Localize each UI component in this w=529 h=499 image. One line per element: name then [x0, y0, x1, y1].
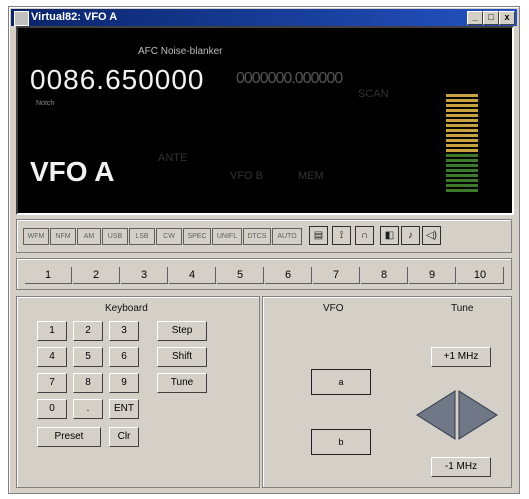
meter-segment	[446, 164, 478, 167]
clear-button[interactable]: Clr	[109, 427, 139, 447]
vfo-title: VFO	[323, 303, 344, 314]
memory-channel-2[interactable]: 2	[73, 267, 120, 284]
tape-icon[interactable]: ▤	[309, 226, 328, 245]
display-dim-label: ANTE	[158, 152, 188, 164]
tune-down-button[interactable]: -1 MHz	[431, 457, 491, 477]
radio-display: AFC Noise-blanker 0086.650000 Notch 0000…	[16, 26, 514, 215]
signal-meter	[446, 90, 478, 192]
mode-button-lsb[interactable]: LSB	[129, 228, 155, 245]
meter-segment	[446, 134, 478, 137]
tune-title: Tune	[451, 303, 474, 314]
meter-segment	[446, 144, 478, 147]
speaker-loud-icon[interactable]: ◁)	[422, 226, 441, 245]
mode-button-nfm[interactable]: NFM	[50, 228, 76, 245]
meter-segment	[446, 119, 478, 122]
key-5[interactable]: 5	[73, 347, 103, 367]
mode-button-auto[interactable]: AUTO	[272, 228, 302, 245]
memory-channel-4[interactable]: 4	[169, 267, 216, 284]
antenna-icon[interactable]: ⟟	[332, 226, 351, 245]
key-0[interactable]: 0	[37, 399, 67, 419]
meter-segment	[446, 139, 478, 142]
tune-right-arrow-icon[interactable]	[458, 390, 498, 440]
memory-channel-9[interactable]: 9	[409, 267, 456, 284]
maximize-button[interactable]: □	[483, 11, 499, 25]
memory-channel-5[interactable]: 5	[217, 267, 264, 284]
display-dim-label: MEM	[298, 170, 324, 182]
mode-button-spec[interactable]: SPEC	[183, 228, 211, 245]
key-6[interactable]: 6	[109, 347, 139, 367]
vfo-a-button[interactable]: a	[311, 369, 371, 395]
meter-segment	[446, 179, 478, 182]
mode-button-wfm[interactable]: WFM	[23, 228, 49, 245]
vfo-b-button[interactable]: b	[311, 429, 371, 455]
tune-up-button[interactable]: +1 MHz	[431, 347, 491, 367]
preset-button[interactable]: Preset	[37, 427, 101, 447]
meter-segment	[446, 114, 478, 117]
keyboard-title: Keyboard	[105, 303, 148, 314]
display-flags: AFC Noise-blanker	[138, 46, 223, 57]
keyboard-panel: Keyboard 1 2 3 4 5 6 7 8 9 0 . ENT Step …	[16, 296, 260, 488]
meter-segment	[446, 94, 478, 97]
display-sub-label: Notch	[36, 100, 55, 107]
display-dim-label: SCAN	[358, 88, 389, 100]
memory-bar: 1 2 3 4 5 6 7 8 9 10	[16, 258, 512, 290]
meter-segment	[446, 149, 478, 152]
mode-button-unifl[interactable]: UNIFL	[212, 228, 242, 245]
meter-segment	[446, 129, 478, 132]
vfo-label: VFO A	[30, 156, 115, 187]
secondary-frequency: 0000000.000000	[236, 70, 343, 87]
key-enter[interactable]: ENT	[109, 399, 139, 419]
frequency-readout: 0086.650000	[30, 64, 205, 95]
tune-arrows	[416, 390, 498, 440]
memory-channel-1[interactable]: 1	[25, 267, 72, 284]
meter-segment	[446, 104, 478, 107]
mode-button-cw[interactable]: CW	[156, 228, 182, 245]
meter-segment	[446, 174, 478, 177]
meter-segment	[446, 189, 478, 192]
memory-channel-10[interactable]: 10	[457, 267, 504, 284]
memory-channel-3[interactable]: 3	[121, 267, 168, 284]
minimize-button[interactable]: _	[467, 11, 483, 25]
tune-button[interactable]: Tune	[157, 373, 207, 393]
close-button[interactable]: x	[499, 11, 515, 25]
tune-left-arrow-icon[interactable]	[416, 390, 456, 440]
mode-button-am[interactable]: AM	[77, 228, 101, 245]
meter-segment	[446, 109, 478, 112]
key-2[interactable]: 2	[73, 321, 103, 341]
key-7[interactable]: 7	[37, 373, 67, 393]
meter-segment	[446, 159, 478, 162]
mode-toolbar: WFM NFM AM USB LSB CW SPEC UNIFL DTCS AU…	[16, 219, 512, 253]
shift-button[interactable]: Shift	[157, 347, 207, 367]
memory-channel-8[interactable]: 8	[361, 267, 408, 284]
meter-segment	[446, 99, 478, 102]
key-1[interactable]: 1	[37, 321, 67, 341]
meter-segment	[446, 184, 478, 187]
app-icon[interactable]	[14, 11, 29, 26]
window-title: Virtual82: VFO A	[31, 11, 118, 23]
headphones-icon[interactable]: ∩	[355, 226, 374, 245]
key-9[interactable]: 9	[109, 373, 139, 393]
mode-button-dtcs[interactable]: DTCS	[243, 228, 271, 245]
memory-channel-7[interactable]: 7	[313, 267, 360, 284]
note-icon[interactable]: ♪	[401, 226, 420, 245]
step-button[interactable]: Step	[157, 321, 207, 341]
speaker-icon[interactable]: ◧	[380, 226, 399, 245]
display-dim-label: VFO B	[230, 170, 264, 182]
memory-channel-6[interactable]: 6	[265, 267, 312, 284]
key-3[interactable]: 3	[109, 321, 139, 341]
vfo-tune-panel: VFO Tune a b +1 MHz -1 MHz	[262, 296, 512, 488]
key-dot[interactable]: .	[73, 399, 103, 419]
mode-button-usb[interactable]: USB	[102, 228, 128, 245]
key-4[interactable]: 4	[37, 347, 67, 367]
meter-segment	[446, 154, 478, 157]
meter-segment	[446, 169, 478, 172]
key-8[interactable]: 8	[73, 373, 103, 393]
title-bar[interactable]: Virtual82: VFO A _ □ x	[11, 9, 517, 26]
meter-segment	[446, 124, 478, 127]
